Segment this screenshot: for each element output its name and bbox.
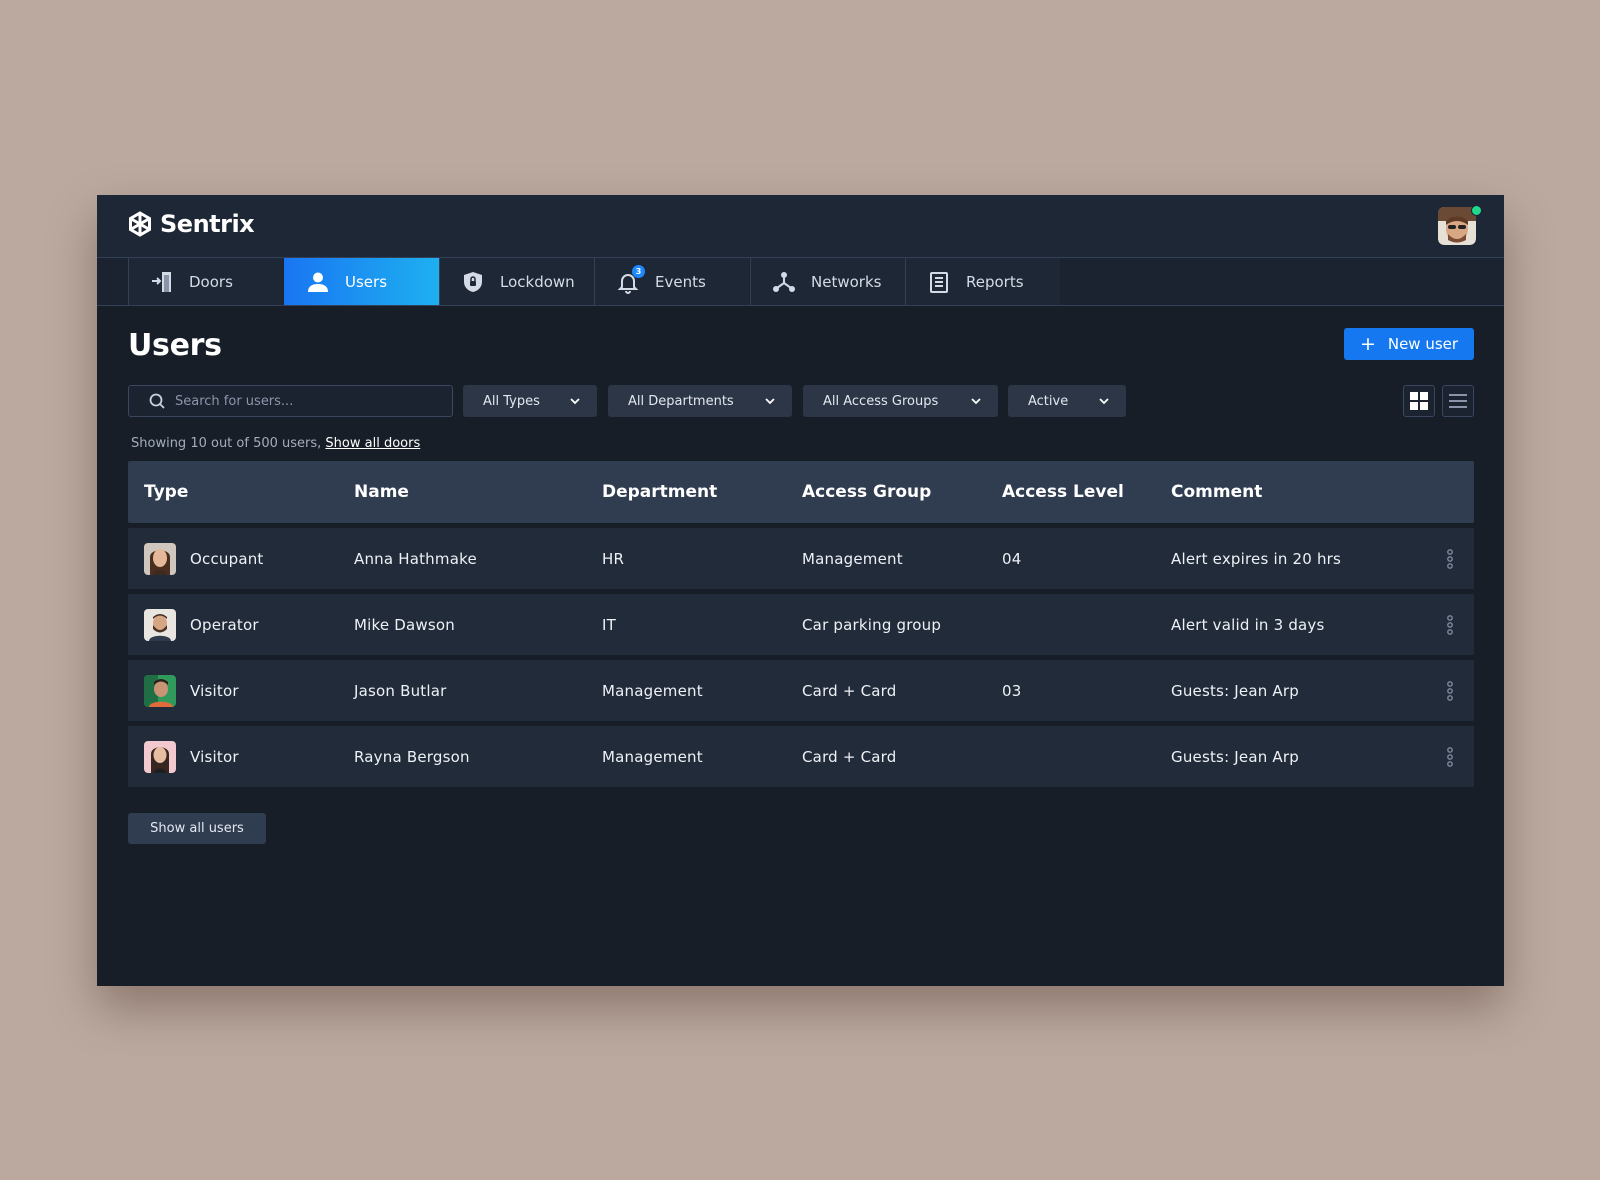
column-header-access-level[interactable]: Access Level xyxy=(1002,461,1124,523)
filter-label: All Access Groups xyxy=(823,393,939,409)
tab-label: Events xyxy=(655,272,706,291)
column-header-department[interactable]: Department xyxy=(602,461,717,523)
cell-department: HR xyxy=(602,549,625,568)
cell-access-group: Card + Card xyxy=(802,681,897,700)
top-bar: Sentrix xyxy=(97,195,1504,257)
avatar xyxy=(1438,207,1476,245)
tab-users[interactable]: Users xyxy=(284,258,439,305)
online-status-dot xyxy=(1471,205,1482,216)
cell-comment: Guests: Jean Arp xyxy=(1171,681,1299,700)
network-icon xyxy=(771,269,797,295)
cell-name: Mike Dawson xyxy=(354,615,455,634)
table-header: Type Name Department Access Group Access… xyxy=(128,461,1474,523)
search-box[interactable] xyxy=(128,385,453,417)
cell-comment: Alert expires in 20 hrs xyxy=(1171,549,1342,568)
user-avatar xyxy=(144,543,176,575)
page-title: Users xyxy=(128,328,222,363)
show-all-users-button[interactable]: Show all users xyxy=(128,813,266,844)
cell-type: Visitor xyxy=(190,747,239,766)
filter-label: All Departments xyxy=(628,393,734,409)
filter-types[interactable]: All Types xyxy=(463,385,597,417)
new-user-label: New user xyxy=(1387,335,1459,353)
column-header-access-group[interactable]: Access Group xyxy=(802,461,931,523)
snowflake-logo-icon xyxy=(129,211,151,237)
more-options-icon[interactable] xyxy=(1444,680,1456,702)
cell-department: IT xyxy=(602,615,616,634)
chevron-down-icon xyxy=(1099,398,1109,405)
door-icon xyxy=(149,269,175,295)
results-count: Showing 10 out of 500 users, xyxy=(131,436,322,451)
grid-icon xyxy=(1410,392,1428,410)
list-icon xyxy=(1449,394,1467,408)
more-options-icon[interactable] xyxy=(1444,614,1456,636)
cell-department: Management xyxy=(602,747,703,766)
results-summary: Showing 10 out of 500 users, Show all do… xyxy=(131,436,420,451)
bell-icon: 3 xyxy=(615,264,645,295)
table-row[interactable]: Visitor Jason Butlar Management Card + C… xyxy=(128,660,1474,721)
report-icon xyxy=(926,269,952,295)
search-input[interactable] xyxy=(175,393,435,409)
cell-name: Rayna Bergson xyxy=(354,747,470,766)
main-nav-tabs: Doors Users Lockdown 3 Events Networks R… xyxy=(97,257,1504,306)
cell-access-group: Car parking group xyxy=(802,615,942,634)
tab-networks[interactable]: Networks xyxy=(750,258,905,305)
column-header-name[interactable]: Name xyxy=(354,461,409,523)
cell-access-level: 04 xyxy=(1002,549,1022,568)
column-header-type[interactable]: Type xyxy=(144,461,188,523)
more-options-icon[interactable] xyxy=(1444,548,1456,570)
current-user-avatar[interactable] xyxy=(1438,205,1482,245)
tab-events[interactable]: 3 Events xyxy=(594,258,749,305)
tab-label: Reports xyxy=(966,272,1024,291)
logo[interactable]: Sentrix xyxy=(126,210,255,238)
cell-comment: Guests: Jean Arp xyxy=(1171,747,1299,766)
user-icon xyxy=(305,269,331,295)
new-user-button[interactable]: + New user xyxy=(1344,328,1474,360)
user-avatar xyxy=(144,741,176,773)
cell-comment: Alert valid in 3 days xyxy=(1171,615,1325,634)
events-badge: 3 xyxy=(632,264,645,278)
cell-name: Anna Hathmake xyxy=(354,549,477,568)
user-avatar xyxy=(144,675,176,707)
cell-access-group: Card + Card xyxy=(802,747,897,766)
more-options-icon[interactable] xyxy=(1444,746,1456,768)
filter-status[interactable]: Active xyxy=(1008,385,1126,417)
filter-label: Active xyxy=(1028,393,1069,409)
tab-label: Lockdown xyxy=(500,272,575,291)
table-row[interactable]: Occupant Anna Hathmake HR Management 04 … xyxy=(128,528,1474,589)
table-row[interactable]: Operator Mike Dawson IT Car parking grou… xyxy=(128,594,1474,655)
table-row[interactable]: Visitor Rayna Bergson Management Card + … xyxy=(128,726,1474,787)
filter-departments[interactable]: All Departments xyxy=(608,385,792,417)
plus-icon: + xyxy=(1359,332,1376,355)
cell-type: Visitor xyxy=(190,681,239,700)
grid-view-button[interactable] xyxy=(1403,385,1435,417)
shield-lock-icon xyxy=(460,269,486,295)
app-window: Sentrix Doors Users Lockdown 3 Events Ne… xyxy=(97,195,1504,986)
app-name: Sentrix xyxy=(160,210,255,238)
tab-label: Networks xyxy=(811,272,882,291)
chevron-down-icon xyxy=(570,398,580,405)
list-view-button[interactable] xyxy=(1442,385,1474,417)
tab-label: Doors xyxy=(189,272,233,291)
filter-access-groups[interactable]: All Access Groups xyxy=(803,385,998,417)
tab-reports[interactable]: Reports xyxy=(905,258,1060,305)
tab-doors[interactable]: Doors xyxy=(128,258,283,305)
user-avatar xyxy=(144,609,176,641)
chevron-down-icon xyxy=(765,398,775,405)
show-all-doors-link[interactable]: Show all doors xyxy=(325,436,420,451)
cell-type: Occupant xyxy=(190,549,264,568)
tab-label: Users xyxy=(345,272,388,291)
cell-access-level: 03 xyxy=(1002,681,1022,700)
cell-type: Operator xyxy=(190,615,259,634)
cell-name: Jason Butlar xyxy=(354,681,447,700)
filter-label: All Types xyxy=(483,393,540,409)
search-icon xyxy=(149,393,165,409)
chevron-down-icon xyxy=(971,398,981,405)
column-header-comment[interactable]: Comment xyxy=(1171,461,1262,523)
cell-department: Management xyxy=(602,681,703,700)
tab-lockdown[interactable]: Lockdown xyxy=(439,258,594,305)
cell-access-group: Management xyxy=(802,549,903,568)
